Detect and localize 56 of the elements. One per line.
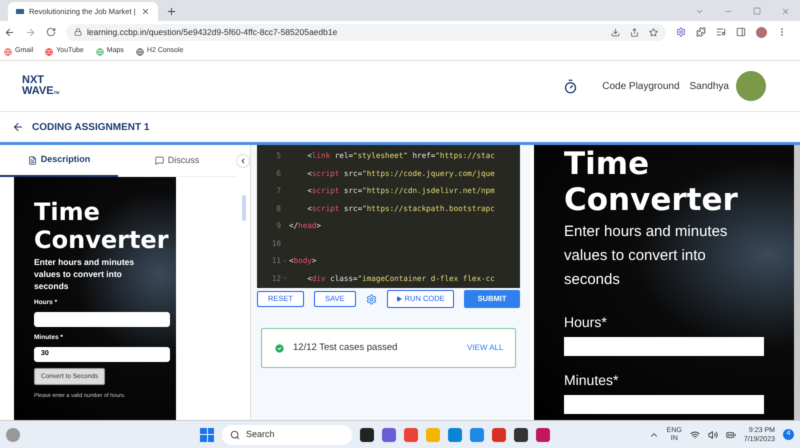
scrollbar[interactable] bbox=[794, 145, 800, 420]
preview-subtitle: Enter hours and minutes values to convert into seconds bbox=[564, 222, 728, 290]
result-text: 12/12 Test cases passed bbox=[293, 340, 398, 355]
volume-icon[interactable] bbox=[708, 430, 718, 440]
chat-icon bbox=[154, 156, 164, 165]
minutes-label: Minutes* bbox=[564, 371, 620, 390]
preview-title: Time Converter bbox=[564, 147, 739, 218]
globe-icon bbox=[96, 48, 104, 56]
favicon-icon bbox=[16, 9, 24, 14]
search-icon bbox=[230, 430, 240, 440]
lock-icon bbox=[74, 28, 82, 36]
view-all-link[interactable]: VIEW ALL bbox=[466, 342, 504, 354]
tab-list-icon[interactable] bbox=[695, 7, 704, 16]
globe-icon bbox=[4, 48, 12, 56]
minutes-field[interactable] bbox=[564, 395, 764, 414]
start-icon[interactable] bbox=[200, 428, 214, 442]
reload-icon[interactable] bbox=[46, 27, 56, 37]
wifi-icon[interactable] bbox=[690, 430, 700, 440]
search-placeholder: Search bbox=[246, 428, 275, 441]
hours-label: Hours* bbox=[564, 313, 608, 332]
url-text: learning.ccbp.in/question/5e9432d9-5f60-4ffc-8cc7-585205aedb1e bbox=[87, 26, 338, 38]
hours-field[interactable] bbox=[34, 312, 170, 327]
close-icon[interactable] bbox=[141, 7, 150, 16]
scrollbar-thumb[interactable] bbox=[242, 195, 246, 221]
chevron-left-icon bbox=[239, 157, 247, 165]
bookmark-star-icon[interactable] bbox=[649, 28, 658, 36]
taskbar-app-icon[interactable] bbox=[514, 428, 528, 442]
install-icon[interactable] bbox=[611, 28, 620, 36]
address-bar[interactable]: learning.ccbp.in/question/5e9432d9-5f60-4ffc-8cc7-585205aedb1e bbox=[66, 24, 666, 40]
check-icon bbox=[274, 342, 285, 354]
search-field[interactable]: Search bbox=[222, 424, 352, 444]
share-icon[interactable] bbox=[630, 28, 639, 36]
profile-avatar[interactable] bbox=[756, 26, 767, 38]
document-icon bbox=[28, 156, 37, 164]
extensions-icon[interactable] bbox=[696, 27, 706, 37]
settings-icon[interactable] bbox=[366, 294, 377, 304]
globe-icon bbox=[136, 48, 144, 56]
preview-title: Time Converter bbox=[34, 199, 170, 254]
back-arrow-icon[interactable] bbox=[12, 121, 24, 133]
globe-icon bbox=[45, 48, 54, 56]
user-avatar[interactable] bbox=[736, 71, 766, 101]
side-panel-icon[interactable] bbox=[736, 27, 746, 37]
collapse-button[interactable] bbox=[236, 154, 250, 168]
close-window-icon[interactable] bbox=[781, 7, 790, 16]
play-icon bbox=[396, 296, 402, 302]
taskbar-app-icon[interactable] bbox=[360, 428, 374, 442]
timer-icon[interactable] bbox=[563, 78, 578, 94]
media-icon[interactable] bbox=[716, 27, 726, 37]
user-name: Sandhya bbox=[690, 80, 729, 94]
hours-field[interactable] bbox=[564, 337, 764, 356]
battery-icon[interactable] bbox=[726, 430, 736, 440]
back-icon[interactable] bbox=[4, 26, 15, 38]
code-playground-link[interactable]: Code Playground bbox=[602, 78, 680, 94]
assignment-title: CODING ASSIGNMENT 1 bbox=[32, 120, 150, 134]
preview-subtitle: Enter hours and minutes values to convert into seconds bbox=[34, 256, 136, 292]
new-tab-icon[interactable] bbox=[166, 6, 177, 17]
